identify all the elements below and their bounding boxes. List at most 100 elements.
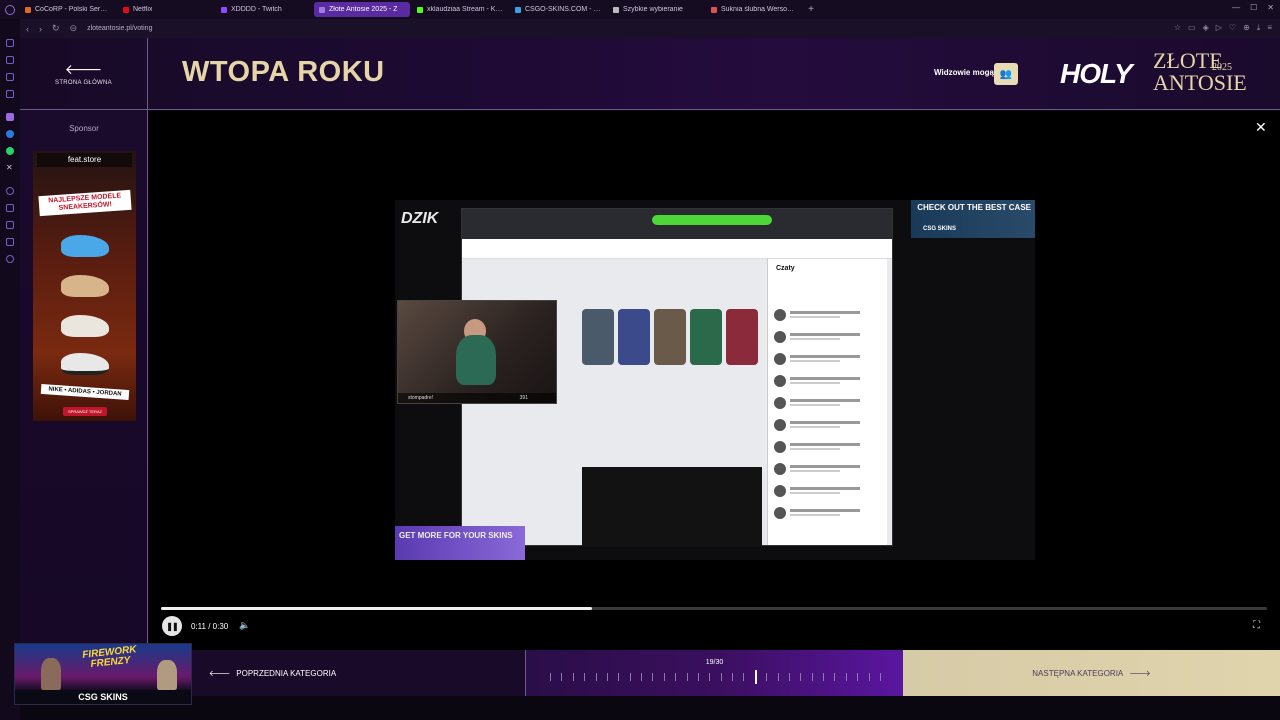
rail-music-icon[interactable] — [6, 187, 14, 195]
browser-tab[interactable]: Suknia ślubna Wersow #! — [706, 2, 802, 17]
home-button[interactable]: 🡐 STRONA GŁÓWNA — [20, 38, 148, 110]
extensions-icon[interactable]: ⊕ — [1243, 23, 1250, 33]
category-tick[interactable] — [709, 673, 711, 681]
category-tick[interactable] — [686, 673, 688, 681]
browser-tab[interactable]: Złote Antosie 2025 - Z — [314, 2, 410, 17]
category-tick[interactable] — [766, 673, 768, 681]
rail-wallet-icon[interactable] — [6, 56, 14, 64]
category-tick[interactable] — [788, 673, 790, 681]
category-tick[interactable] — [800, 673, 802, 681]
category-tick[interactable] — [720, 673, 722, 681]
browser-tab[interactable]: Netflix — [118, 2, 214, 17]
video-progress-fill — [161, 607, 593, 610]
address-bar-actions: ☆ ▭ ◈ ▷ ♡ ⊕ ⤓ ≡ — [1174, 23, 1272, 33]
captured-alert-bar — [652, 215, 772, 225]
browser-tab[interactable]: CSGO-SKINS.COM - Najle — [510, 2, 606, 17]
ad-cta-button[interactable]: SPRAWDŹ TERAZ — [63, 407, 107, 416]
rail-bookmarks-icon[interactable] — [6, 73, 14, 81]
bookmark-icon[interactable]: ☆ — [1174, 23, 1181, 33]
fullscreen-icon[interactable]: ⛶ — [1253, 620, 1260, 631]
rail-reading-icon[interactable] — [6, 90, 14, 98]
category-tick[interactable] — [641, 673, 643, 681]
url-field[interactable]: zloteantosie.pl/voting — [87, 25, 152, 32]
category-tick[interactable] — [857, 673, 859, 681]
category-tick[interactable] — [732, 673, 734, 681]
heart-icon[interactable]: ♡ — [1229, 23, 1236, 33]
category-tick[interactable] — [595, 673, 597, 681]
home-label: STRONA GŁÓWNA — [55, 80, 112, 86]
rail-settings-icon[interactable] — [6, 255, 14, 263]
category-tick[interactable] — [629, 673, 631, 681]
category-tick[interactable] — [743, 673, 745, 681]
screenshot-icon[interactable]: ▭ — [1188, 23, 1196, 33]
browser-tab[interactable]: XDDDD - Twitch — [216, 2, 312, 17]
next-category-button[interactable]: NASTĘPNA KATEGORIA 🡒 — [903, 650, 1280, 696]
menu-icon[interactable]: ≡ — [1267, 23, 1272, 33]
rail-twitch-icon[interactable] — [6, 113, 14, 121]
shield-icon[interactable]: ◈ — [1203, 23, 1209, 33]
category-tick-current[interactable] — [754, 670, 757, 684]
video-frame[interactable]: DZIK Czaty stompadre! 391 CHECK OUT THE … — [395, 200, 1035, 560]
get-more-text: GET MORE FOR YOUR SKINS — [399, 531, 513, 540]
category-progress[interactable]: 19/30 — [526, 650, 903, 696]
new-tab-button[interactable]: + — [804, 4, 818, 15]
browser-tab[interactable]: Szybkie wybieranie — [608, 2, 704, 17]
category-tick[interactable] — [550, 673, 551, 681]
reload-icon[interactable]: ↻ — [52, 23, 60, 34]
volume-icon[interactable]: 🔈 — [239, 620, 250, 631]
csg-skins-promo[interactable]: FIREWORK FRENZY CSG SKINS — [14, 643, 192, 705]
category-tick[interactable] — [868, 673, 870, 681]
rail-messenger-icon[interactable] — [6, 130, 14, 138]
close-window-icon[interactable]: ✕ — [1267, 3, 1274, 12]
category-tick[interactable] — [834, 673, 836, 681]
rail-notes-icon[interactable] — [6, 204, 14, 212]
category-tick[interactable] — [606, 673, 608, 681]
tab-label: Szybkie wybieranie — [623, 6, 683, 13]
rail-history-icon[interactable] — [6, 39, 14, 47]
category-tick[interactable] — [823, 673, 825, 681]
category-tick[interactable] — [572, 673, 574, 681]
tab-label: Netflix — [133, 6, 153, 13]
category-tick[interactable] — [880, 673, 881, 681]
category-tick[interactable] — [697, 673, 699, 681]
tab-favicon-icon — [221, 6, 227, 13]
pause-button[interactable]: ❚❚ — [162, 616, 182, 636]
category-tick[interactable] — [663, 673, 665, 681]
rail-x-icon[interactable]: ✕ — [6, 164, 14, 172]
browser-logo-icon[interactable] — [0, 0, 20, 19]
video-player[interactable]: ✕ DZIK Czaty stompadre! 391 CHECK OUT TH… — [149, 111, 1280, 650]
download-icon[interactable]: ⤓ — [1257, 23, 1261, 33]
story-thumbnail — [726, 309, 758, 365]
category-tick[interactable] — [618, 673, 620, 681]
category-counter: 19/30 — [705, 659, 724, 666]
maximize-icon[interactable]: ☐ — [1250, 3, 1257, 12]
sneaker-image — [61, 235, 109, 257]
category-tick[interactable] — [811, 673, 813, 681]
category-tick[interactable] — [675, 673, 677, 681]
video-progress-bar[interactable] — [161, 607, 1267, 610]
category-tick[interactable] — [584, 673, 586, 681]
webcam-overlay: stompadre! 391 — [397, 300, 557, 404]
category-tick[interactable] — [561, 673, 563, 681]
play-icon[interactable]: ▷ — [1216, 23, 1222, 33]
rail-tools-icon[interactable] — [6, 221, 14, 229]
viewers-vote-button[interactable]: 👥 — [994, 63, 1018, 85]
category-tick[interactable] — [777, 673, 779, 681]
minimize-icon[interactable]: — — [1232, 3, 1240, 12]
window-controls: — ☐ ✕ — [1232, 3, 1274, 12]
category-tick[interactable] — [845, 673, 847, 681]
browser-tab[interactable]: CoCoRP - Polski Serwer G — [20, 2, 116, 17]
close-icon[interactable]: ✕ — [1255, 119, 1267, 136]
brand-holy: HOLY — [1060, 58, 1133, 89]
browser-tab-bar: CoCoRP - Polski Serwer G Netflix XDDDD - T… — [0, 0, 1280, 19]
back-icon[interactable]: ‹ — [26, 24, 29, 34]
rail-clock-icon[interactable] — [6, 238, 14, 246]
forward-icon[interactable]: › — [39, 24, 42, 34]
browser-tab[interactable]: xklaudziaa Stream - Kick — [412, 2, 508, 17]
arrow-left-icon: 🡐 — [64, 61, 103, 77]
site-info-icon[interactable]: ⊝ — [70, 23, 78, 34]
rail-whatsapp-icon[interactable] — [6, 147, 14, 155]
pause-icon: ❚❚ — [166, 621, 178, 631]
category-tick[interactable] — [652, 673, 654, 681]
sponsor-ad[interactable]: feat.store NAJLEPSZE MODELE SNEAKERSÓW! … — [33, 151, 136, 421]
